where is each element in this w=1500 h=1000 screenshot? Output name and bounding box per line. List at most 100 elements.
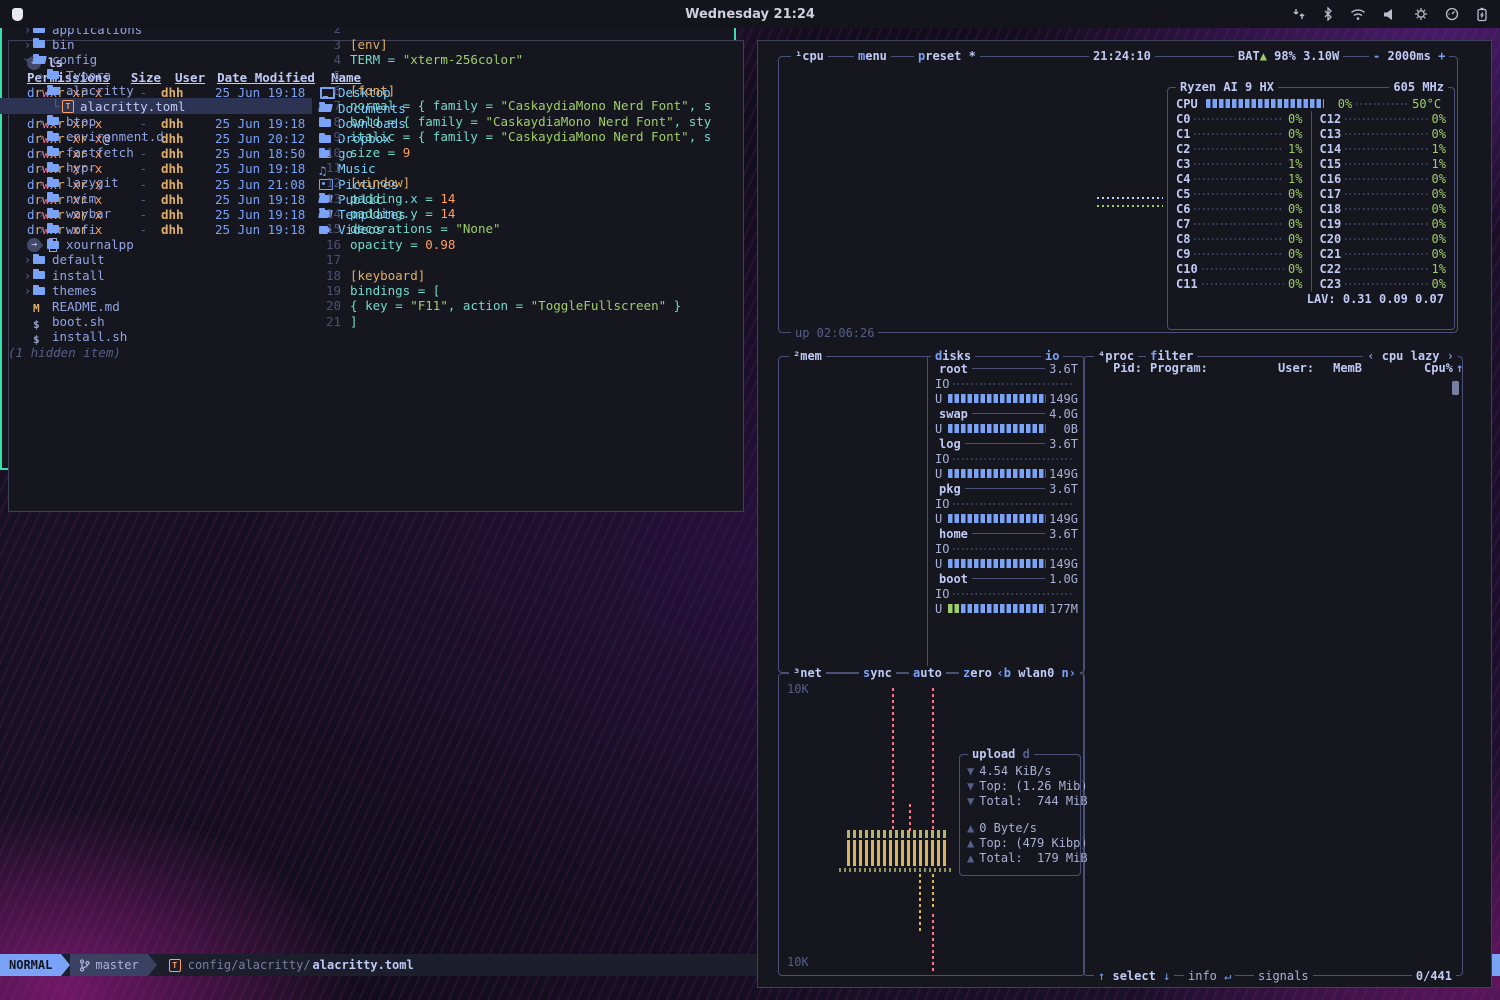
chevron-icon[interactable]: › [36,237,47,252]
item-icon [47,85,61,97]
load-average: LAV: 0.31 0.09 0.07 [1307,292,1444,306]
git-branch[interactable]: master [70,954,147,976]
battery-icon[interactable] [1476,7,1488,22]
toml-icon [168,959,182,971]
btop-window[interactable]: ¹cpu menu preset * 21:24:10 BAT▲ 98% 3.1… [757,40,1492,988]
chevron-icon[interactable]: › [22,252,33,267]
disk-entry: swap4.0G U0B [935,406,1078,436]
disk-used-label: U [935,512,942,526]
chevron-icon[interactable]: › [36,191,47,206]
core-row: C3 1% [1176,156,1303,171]
core-label: C4 [1176,172,1190,186]
chevron-icon[interactable]: › [36,68,47,83]
cpu-tab[interactable]: ¹cpu [791,49,828,63]
core-row: C21 0% [1320,246,1447,261]
chevron-icon[interactable]: › [36,114,47,129]
core-pct: 1% [1432,262,1446,276]
nvim-window[interactable]: ~/.local/share/omarchy › applications › … [0,0,736,470]
tree-item[interactable]: (1 hidden item) [0,345,312,360]
chevron-icon[interactable]: › [36,160,47,175]
net-interface-switcher[interactable]: ‹b wlan0 n› [993,666,1081,680]
core-label: C18 [1320,202,1342,216]
core-label: C23 [1320,277,1342,291]
net-scale-top: 10K [787,682,809,696]
line-number: 11 [320,160,350,175]
tree-item[interactable]: › default [0,252,312,267]
item-icon [47,146,61,158]
chevron-icon[interactable]: › [36,206,47,221]
net-stat-row: ▲ Top: (479 Kibp) [967,835,1073,850]
core-pct: 0% [1432,127,1446,141]
tree-item[interactable]: › config [0,52,312,67]
tree-item[interactable]: › nvim [0,191,312,206]
proc-footer-select[interactable]: ↑ select ↓ [1094,969,1174,983]
proc-footer-info[interactable]: info ↵ [1184,969,1235,983]
net-auto-toggle[interactable]: auto [909,666,946,680]
item-icon [47,223,61,235]
chevron-icon[interactable]: › [36,175,47,190]
item-icon [47,115,61,127]
disks-tab[interactable]: disks [931,349,975,363]
core-pct: 0% [1288,232,1302,246]
disk-name: pkg [935,482,961,496]
core-label: C7 [1176,217,1190,231]
tree-item[interactable]: › install [0,268,312,283]
preset-button[interactable]: preset * [914,49,980,63]
tree-item[interactable]: › environment.d [0,129,312,144]
net-zero-toggle[interactable]: zero [959,666,996,680]
direction-arrow-icon: ▲ [967,836,974,850]
tree-item[interactable]: boot.sh [0,314,312,329]
net-sync-toggle[interactable]: sync [859,666,896,680]
updates-icon[interactable] [1292,7,1306,21]
chevron-icon[interactable]: › [22,283,33,298]
mem-tab[interactable]: ²mem [789,349,826,363]
tree-item[interactable]: › xournalpp [0,237,312,252]
disk-entry: pkg3.6T IO U149G [935,481,1078,526]
core-label: C11 [1176,277,1198,291]
tree-item[interactable]: › hypr [0,160,312,175]
tree-item[interactable]: › Typora [0,68,312,83]
tree-item[interactable]: › bin [0,37,312,52]
tree-item[interactable]: › wofi [0,221,312,236]
tree-item[interactable]: › themes [0,283,312,298]
chevron-icon[interactable]: › [36,222,47,237]
wifi-icon[interactable] [1350,8,1366,21]
chevron-icon[interactable]: › [36,129,47,144]
chevron-icon[interactable]: └ [50,99,61,114]
menu-button[interactable]: menu [854,49,891,63]
tree-item[interactable]: README.md [0,298,312,313]
net-panel: ³net sync auto zero ‹b wlan0 n› 10K 10K … [778,673,1085,976]
tree-item[interactable]: install.sh [0,329,312,344]
disk-name: home [935,527,968,541]
tree-item[interactable]: └ alacritty.toml [0,98,312,113]
core-label: C5 [1176,187,1190,201]
core-pct: 0% [1432,247,1446,261]
disk-used-bar [948,469,1046,478]
proc-sort-switcher[interactable]: ‹ cpu lazy › [1363,349,1458,363]
net-tab[interactable]: ³net [789,666,826,680]
proc-filter-button[interactable]: filter [1146,349,1197,363]
gauge-icon[interactable] [1445,7,1459,21]
volume-icon[interactable] [1383,8,1397,21]
btop-clock: 21:24:10 [1089,49,1155,63]
core-label: C16 [1320,172,1342,186]
proc-footer-signals[interactable]: signals [1254,969,1313,983]
tree-item[interactable]: › waybar [0,206,312,221]
tree-item[interactable]: › lazygit [0,175,312,190]
bluetooth-icon[interactable] [1323,7,1333,21]
disks-io-tab[interactable]: io [1041,349,1063,363]
proc-scrollbar[interactable] [1452,381,1459,395]
tree-item[interactable]: › fastfetch [0,145,312,160]
cpu-frequency: 605 MHz [1389,80,1448,94]
chevron-icon[interactable]: › [22,37,33,52]
settings-icon[interactable] [1414,7,1428,21]
tree-item[interactable]: › btop [0,114,312,129]
proc-tab[interactable]: ⁴proc [1094,349,1138,363]
chevron-icon[interactable]: › [36,145,47,160]
chevron-icon[interactable]: › [22,268,33,283]
line-number: 6 [320,83,350,98]
disk-used-bar [948,604,1046,613]
update-interval[interactable]: - 2000ms + [1369,49,1449,63]
disk-name: log [935,437,961,451]
tree-item[interactable]: › alacritty [0,83,312,98]
